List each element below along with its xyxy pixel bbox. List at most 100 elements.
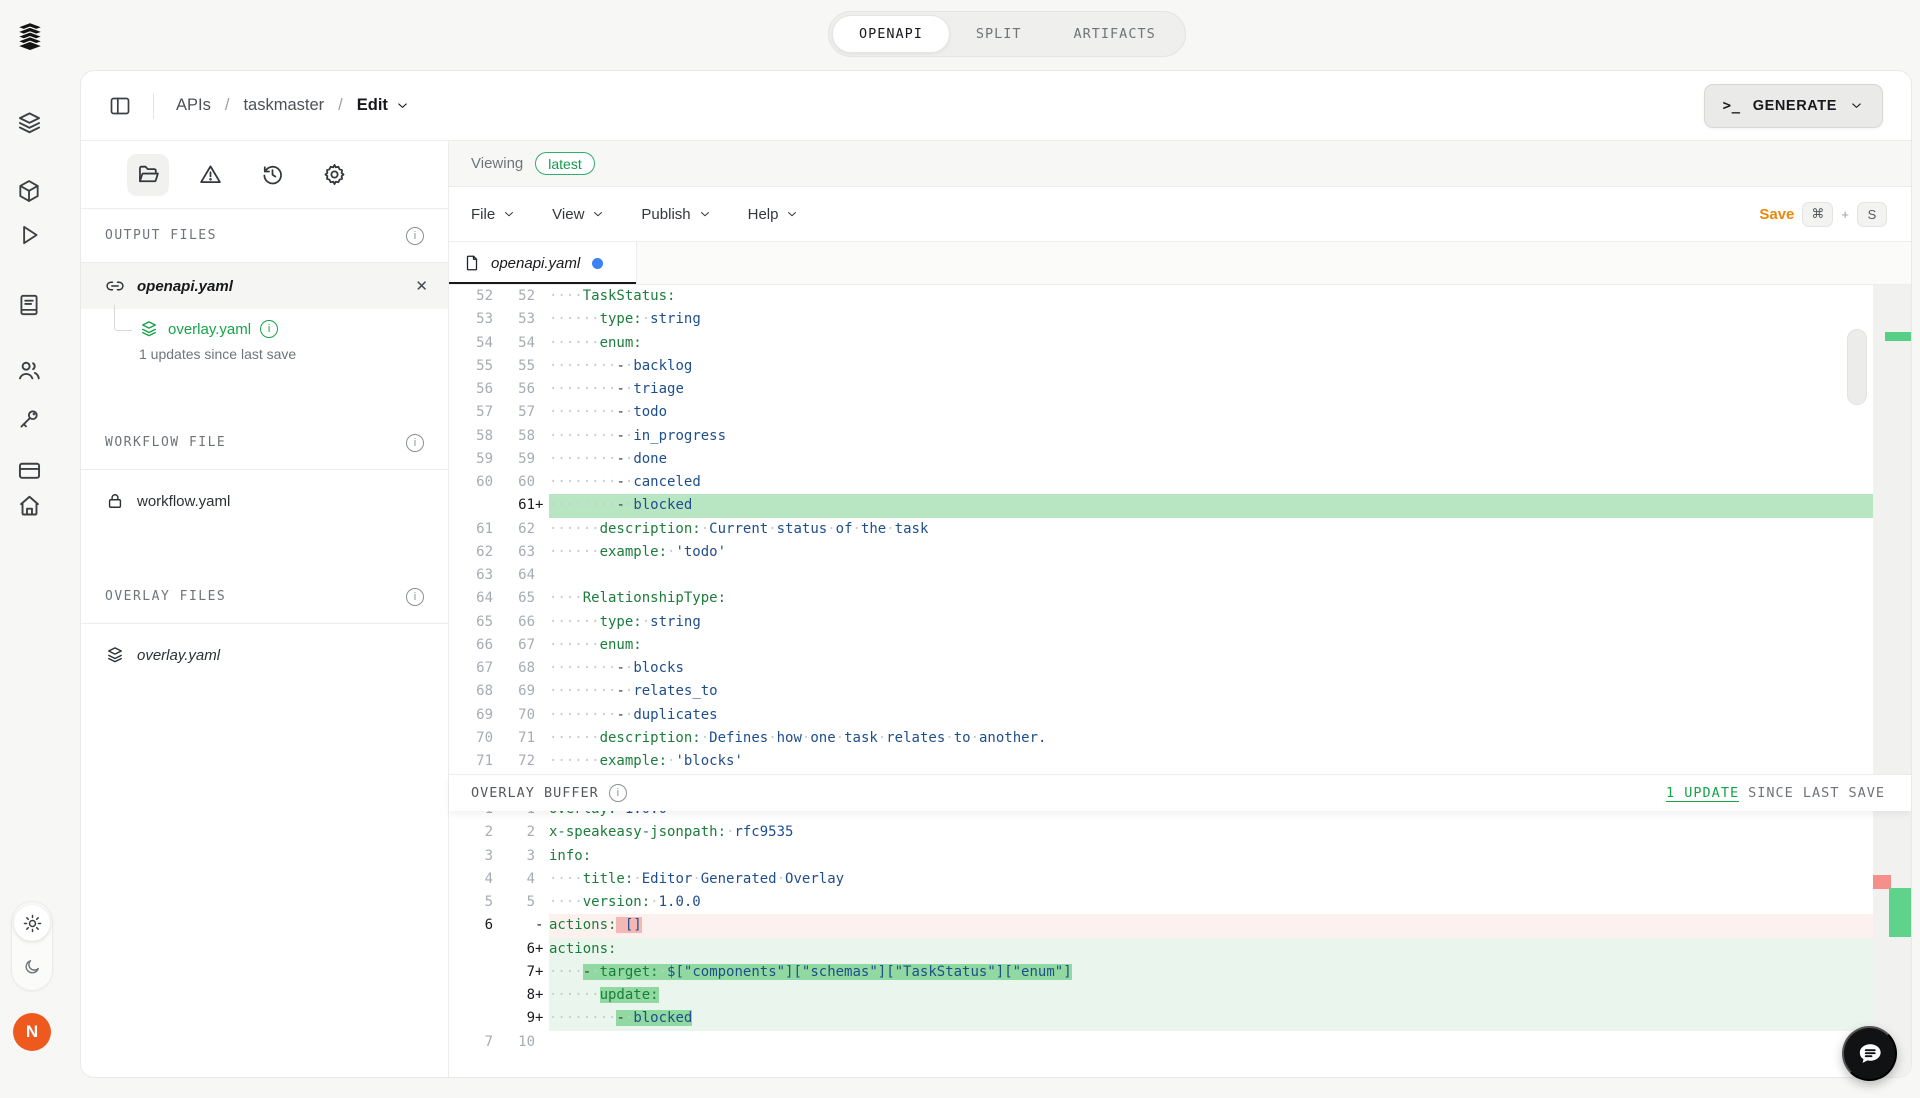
overlay-files-title: OVERLAY FILES: [105, 589, 226, 604]
vertical-scrollbar-thumb[interactable]: [1847, 329, 1867, 405]
menu-publish[interactable]: Publish: [641, 206, 711, 223]
gear-icon: [322, 162, 347, 187]
play-icon[interactable]: [14, 220, 44, 250]
overlay-buffer-title: OVERLAY BUFFER: [471, 785, 599, 801]
theme-toggle: [11, 901, 53, 991]
settings-tool-button[interactable]: [313, 154, 355, 196]
update-count-link[interactable]: 1 UPDATE: [1666, 785, 1739, 801]
file-row-overlay-child[interactable]: overlay.yaml: [139, 319, 448, 339]
sun-icon: [22, 913, 43, 934]
layers-icon[interactable]: [14, 108, 44, 138]
openapi-code-editor[interactable]: 5252····TaskStatus:5353······type:·strin…: [449, 285, 1911, 774]
code-line: 7172······example:·'blocks': [449, 750, 1873, 773]
user-avatar[interactable]: N: [13, 1013, 51, 1051]
breadcrumb-bar: APIs / taskmaster / Edit >_ GENERATE: [81, 71, 1911, 141]
tab-artifacts[interactable]: ARTIFACTS: [1048, 15, 1182, 53]
code-line: 6-actions:·[]: [449, 914, 1873, 937]
breadcrumb-apis[interactable]: APIs: [176, 96, 211, 115]
code-line: 6869········-·relates_to: [449, 680, 1873, 703]
code-line: 6768········-·blocks: [449, 657, 1873, 680]
code-line: 55····version:·1.0.0: [449, 891, 1873, 914]
unsaved-changes-dot: [592, 258, 603, 269]
chat-button[interactable]: [1842, 1026, 1897, 1081]
info-icon[interactable]: [260, 320, 278, 338]
info-icon[interactable]: [406, 588, 424, 606]
added-change-tick: [1885, 332, 1911, 341]
files-tool-button[interactable]: [127, 154, 169, 196]
menu-label: File: [471, 206, 495, 223]
file-row-openapi[interactable]: openapi.yaml ✕: [81, 263, 448, 309]
file-tree-toolbar: [81, 141, 448, 209]
dark-mode-button[interactable]: [14, 949, 50, 985]
tree-connector: [114, 305, 132, 331]
file-row-overlay[interactable]: overlay.yaml: [81, 632, 448, 678]
overlay-buffer-header: OVERLAY BUFFER 1 UPDATE SINCE LAST SAVE: [449, 775, 1911, 811]
overlay-buffer-panel: OVERLAY BUFFER 1 UPDATE SINCE LAST SAVE: [449, 774, 1911, 1077]
warnings-tool-button[interactable]: [189, 154, 231, 196]
tab-split[interactable]: SPLIT: [950, 15, 1048, 53]
menu-view[interactable]: View: [552, 206, 605, 223]
save-zone: Save ⌘ + S: [1759, 202, 1887, 227]
info-icon[interactable]: [609, 784, 627, 802]
tab-openapi[interactable]: OPENAPI: [832, 15, 950, 53]
tab-openapi-yaml[interactable]: openapi.yaml: [449, 242, 637, 284]
home-icon[interactable]: [14, 490, 44, 520]
main-card: APIs / taskmaster / Edit >_ GENERATE: [80, 70, 1912, 1078]
code-line: 7+····-·target:·$["components"]["schemas…: [449, 961, 1873, 984]
code-line: 7071······description:·Defines·how·one·t…: [449, 727, 1873, 750]
chevron-down-icon: [1849, 98, 1864, 113]
breadcrumb-project[interactable]: taskmaster: [243, 96, 324, 115]
layers-icon: [105, 645, 125, 665]
light-mode-button[interactable]: [14, 905, 50, 941]
divider: [153, 93, 154, 119]
credit-card-icon[interactable]: [14, 455, 44, 485]
view-mode-tabs: OPENAPI SPLIT ARTIFACTS: [828, 11, 1186, 57]
menu-label: View: [552, 206, 584, 223]
version-badge[interactable]: latest: [535, 152, 594, 175]
s-key-badge: S: [1857, 202, 1887, 227]
warning-triangle-icon: [198, 162, 223, 187]
update-status-text: SINCE LAST SAVE: [1748, 785, 1885, 801]
code-line: 6364: [449, 564, 1873, 587]
command-key-badge: ⌘: [1802, 202, 1833, 227]
breadcrumb-separator: /: [338, 96, 343, 115]
chevron-down-icon: [698, 207, 712, 221]
menu-help[interactable]: Help: [748, 206, 800, 223]
package-icon[interactable]: [14, 176, 44, 206]
code-line: 6060········-·canceled: [449, 471, 1873, 494]
close-file-icon[interactable]: ✕: [415, 277, 428, 295]
info-icon[interactable]: [406, 434, 424, 452]
tree-child-overlay: overlay.yaml 1 updates since last save: [81, 309, 448, 370]
file-row-workflow[interactable]: workflow.yaml: [81, 478, 448, 524]
code-line: 710: [449, 1031, 1873, 1054]
info-icon[interactable]: [406, 227, 424, 245]
editor-menu-bar: File View Publish Help: [449, 187, 1911, 242]
book-icon[interactable]: [14, 290, 44, 320]
menu-label: Help: [748, 206, 779, 223]
generate-button[interactable]: >_ GENERATE: [1704, 84, 1883, 128]
viewing-label: Viewing: [471, 155, 523, 172]
code-line: 6566······type:·string: [449, 611, 1873, 634]
generate-label: GENERATE: [1753, 98, 1837, 114]
overlay-code-editor[interactable]: 11overlay:·1.0.022x-speakeasy-jsonpath:·…: [449, 811, 1911, 1077]
layers-icon: [139, 319, 159, 339]
code-line: 5959········-·done: [449, 448, 1873, 471]
chevron-down-icon: [502, 207, 516, 221]
users-icon[interactable]: [14, 355, 44, 385]
code-line: 5757········-·todo: [449, 401, 1873, 424]
code-line: 11overlay:·1.0.0: [449, 811, 1873, 821]
save-button[interactable]: Save: [1759, 206, 1794, 223]
file-name: openapi.yaml: [137, 278, 233, 295]
menu-file[interactable]: File: [471, 206, 516, 223]
sidebar-toggle-icon[interactable]: [105, 91, 135, 121]
history-tool-button[interactable]: [251, 154, 293, 196]
diff-overview-ruler: [1873, 285, 1911, 774]
breadcrumb-edit-dropdown[interactable]: Edit: [357, 96, 410, 115]
code-line: 6162······description:·Current·status·of…: [449, 518, 1873, 541]
key-icon[interactable]: [14, 404, 44, 434]
code-line: 5858········-·in_progress: [449, 425, 1873, 448]
chevron-down-icon: [785, 207, 799, 221]
speakeasy-logo-icon[interactable]: [13, 20, 47, 56]
breadcrumb: APIs / taskmaster / Edit: [176, 96, 410, 115]
code-line: 6263······example:·'todo': [449, 541, 1873, 564]
